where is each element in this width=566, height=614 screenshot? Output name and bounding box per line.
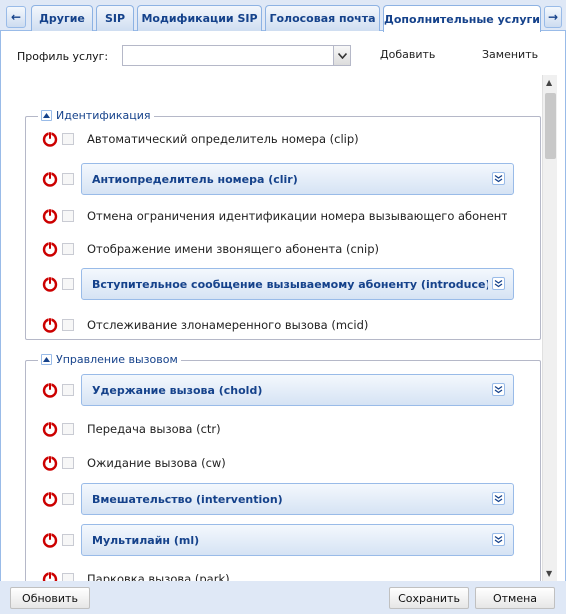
tab-strip: ← Другие SIP Модификации SIP Голосовая п… [0,0,566,32]
service-checkbox[interactable] [62,573,74,581]
service-row: Отмена ограничения идентификации номера … [40,208,510,238]
arrow-left-icon: ← [10,10,22,24]
service-checkbox[interactable] [62,457,74,469]
power-icon[interactable] [42,241,58,257]
tab-other[interactable]: Другие [31,5,93,31]
service-checkbox[interactable] [62,210,74,222]
service-row: Отслеживание злонамеренного вызова (mcid… [40,317,510,347]
power-icon[interactable] [42,455,58,471]
services-panel: Профиль услуг: Добавить Заменить Идентиф… [0,31,566,581]
subpanel-title: Удержание вызова (chold) [92,384,263,397]
power-icon[interactable] [42,208,58,224]
service-checkbox[interactable] [62,319,74,331]
add-profile-button[interactable]: Добавить [380,48,435,61]
save-button[interactable]: Сохранить [389,587,469,609]
services-scroll-area[interactable]: Идентификация Автоматический определитель… [1,75,542,581]
collapse-up-icon[interactable] [41,110,52,121]
scroll-up-icon[interactable]: ▲ [546,78,552,87]
fieldset-identification: Идентификация Автоматический определитель… [25,109,541,340]
service-checkbox[interactable] [62,278,74,290]
service-row: Автоматический определитель номера (clip… [40,131,510,161]
service-subpanel[interactable]: Мультилайн (ml) [81,524,514,556]
tab-additional-services[interactable]: Дополнительные услуги [383,5,541,32]
tab-scroll-right-button[interactable]: → [544,6,562,28]
service-checkbox[interactable] [62,384,74,396]
service-subpanel[interactable]: Удержание вызова (chold) [81,374,514,406]
fieldset-legend: Идентификация [38,109,154,122]
power-icon[interactable] [42,382,58,398]
fieldset-title: Идентификация [56,109,151,122]
service-checkbox[interactable] [62,243,74,255]
fieldset-legend: Управление вызовом [38,353,181,366]
profile-label: Профиль услуг: [17,50,109,63]
power-icon[interactable] [42,421,58,437]
combo-trigger-button[interactable] [333,46,350,65]
service-label: Отображение имени звонящего абонента (cn… [87,242,380,256]
expand-down-icon[interactable] [492,172,505,185]
expand-down-icon[interactable] [492,492,505,505]
service-row: Передача вызова (ctr) [40,421,510,451]
service-subpanel[interactable]: Вступительное сообщение вызываемому абон… [81,268,514,300]
tab-voicemail[interactable]: Голосовая почта [265,5,380,31]
service-row: Ожидание вызова (cw) [40,455,510,485]
power-icon[interactable] [42,532,58,548]
power-icon[interactable] [42,131,58,147]
profile-toolbar: Профиль услуг: Добавить Заменить [1,31,565,75]
expand-down-icon[interactable] [492,277,505,290]
service-row: Отображение имени звонящего абонента (cn… [40,241,510,271]
subpanel-title: Антиопределитель номера (clir) [92,173,298,186]
service-label: Передача вызова (ctr) [87,422,221,436]
service-checkbox[interactable] [62,493,74,505]
service-label: Отслеживание злонамеренного вызова (mcid… [87,318,369,332]
service-label: Отмена ограничения идентификации номера … [87,209,507,223]
bottom-toolbar: Обновить Сохранить Отмена [0,581,566,614]
fieldset-call-control: Управление вызовом Удержание вызова (chol… [25,353,541,581]
profile-combo[interactable] [122,45,351,66]
scroll-down-icon[interactable]: ▼ [546,569,552,578]
power-icon[interactable] [42,276,58,292]
power-icon[interactable] [42,171,58,187]
refresh-button[interactable]: Обновить [10,587,90,609]
arrow-right-icon: → [547,10,559,24]
service-subpanel[interactable]: Вмешательство (intervention) [81,483,514,515]
subpanel-title: Вмешательство (intervention) [92,493,283,506]
chevron-down-icon [337,52,347,59]
service-label: Парковка вызова (park) [87,572,230,581]
expand-down-icon[interactable] [492,533,505,546]
tab-sip-modifications[interactable]: Модификации SIP [137,5,262,31]
service-checkbox[interactable] [62,173,74,185]
service-group-row: Вмешательство (intervention) [40,483,514,521]
tab-sip[interactable]: SIP [96,5,134,31]
service-group-row: Мультилайн (ml) [40,524,514,562]
power-icon[interactable] [42,491,58,507]
fieldset-title: Управление вызовом [56,353,178,366]
subpanel-title: Вступительное сообщение вызываемому абон… [92,278,488,291]
service-label: Ожидание вызова (cw) [87,456,226,470]
service-group-row: Антиопределитель номера (clir) [40,163,514,201]
service-label: Автоматический определитель номера (clip… [87,132,359,146]
collapse-up-icon[interactable] [41,354,52,365]
replace-profile-button[interactable]: Заменить [482,48,538,61]
vertical-scrollbar[interactable]: ▲ ▼ [542,75,557,581]
expand-down-icon[interactable] [492,383,505,396]
tab-scroll-left-button[interactable]: ← [6,6,26,28]
power-icon[interactable] [42,571,58,581]
service-subpanel[interactable]: Антиопределитель номера (clir) [81,163,514,195]
service-checkbox[interactable] [62,534,74,546]
service-group-row: Удержание вызова (chold) [40,374,514,412]
service-row: Парковка вызова (park) [40,571,510,581]
cancel-button[interactable]: Отмена [475,587,555,609]
service-checkbox[interactable] [62,423,74,435]
power-icon[interactable] [42,317,58,333]
scroll-thumb[interactable] [545,93,556,159]
service-group-row: Вступительное сообщение вызываемому абон… [40,268,514,306]
service-checkbox[interactable] [62,133,74,145]
subpanel-title: Мультилайн (ml) [92,534,200,547]
